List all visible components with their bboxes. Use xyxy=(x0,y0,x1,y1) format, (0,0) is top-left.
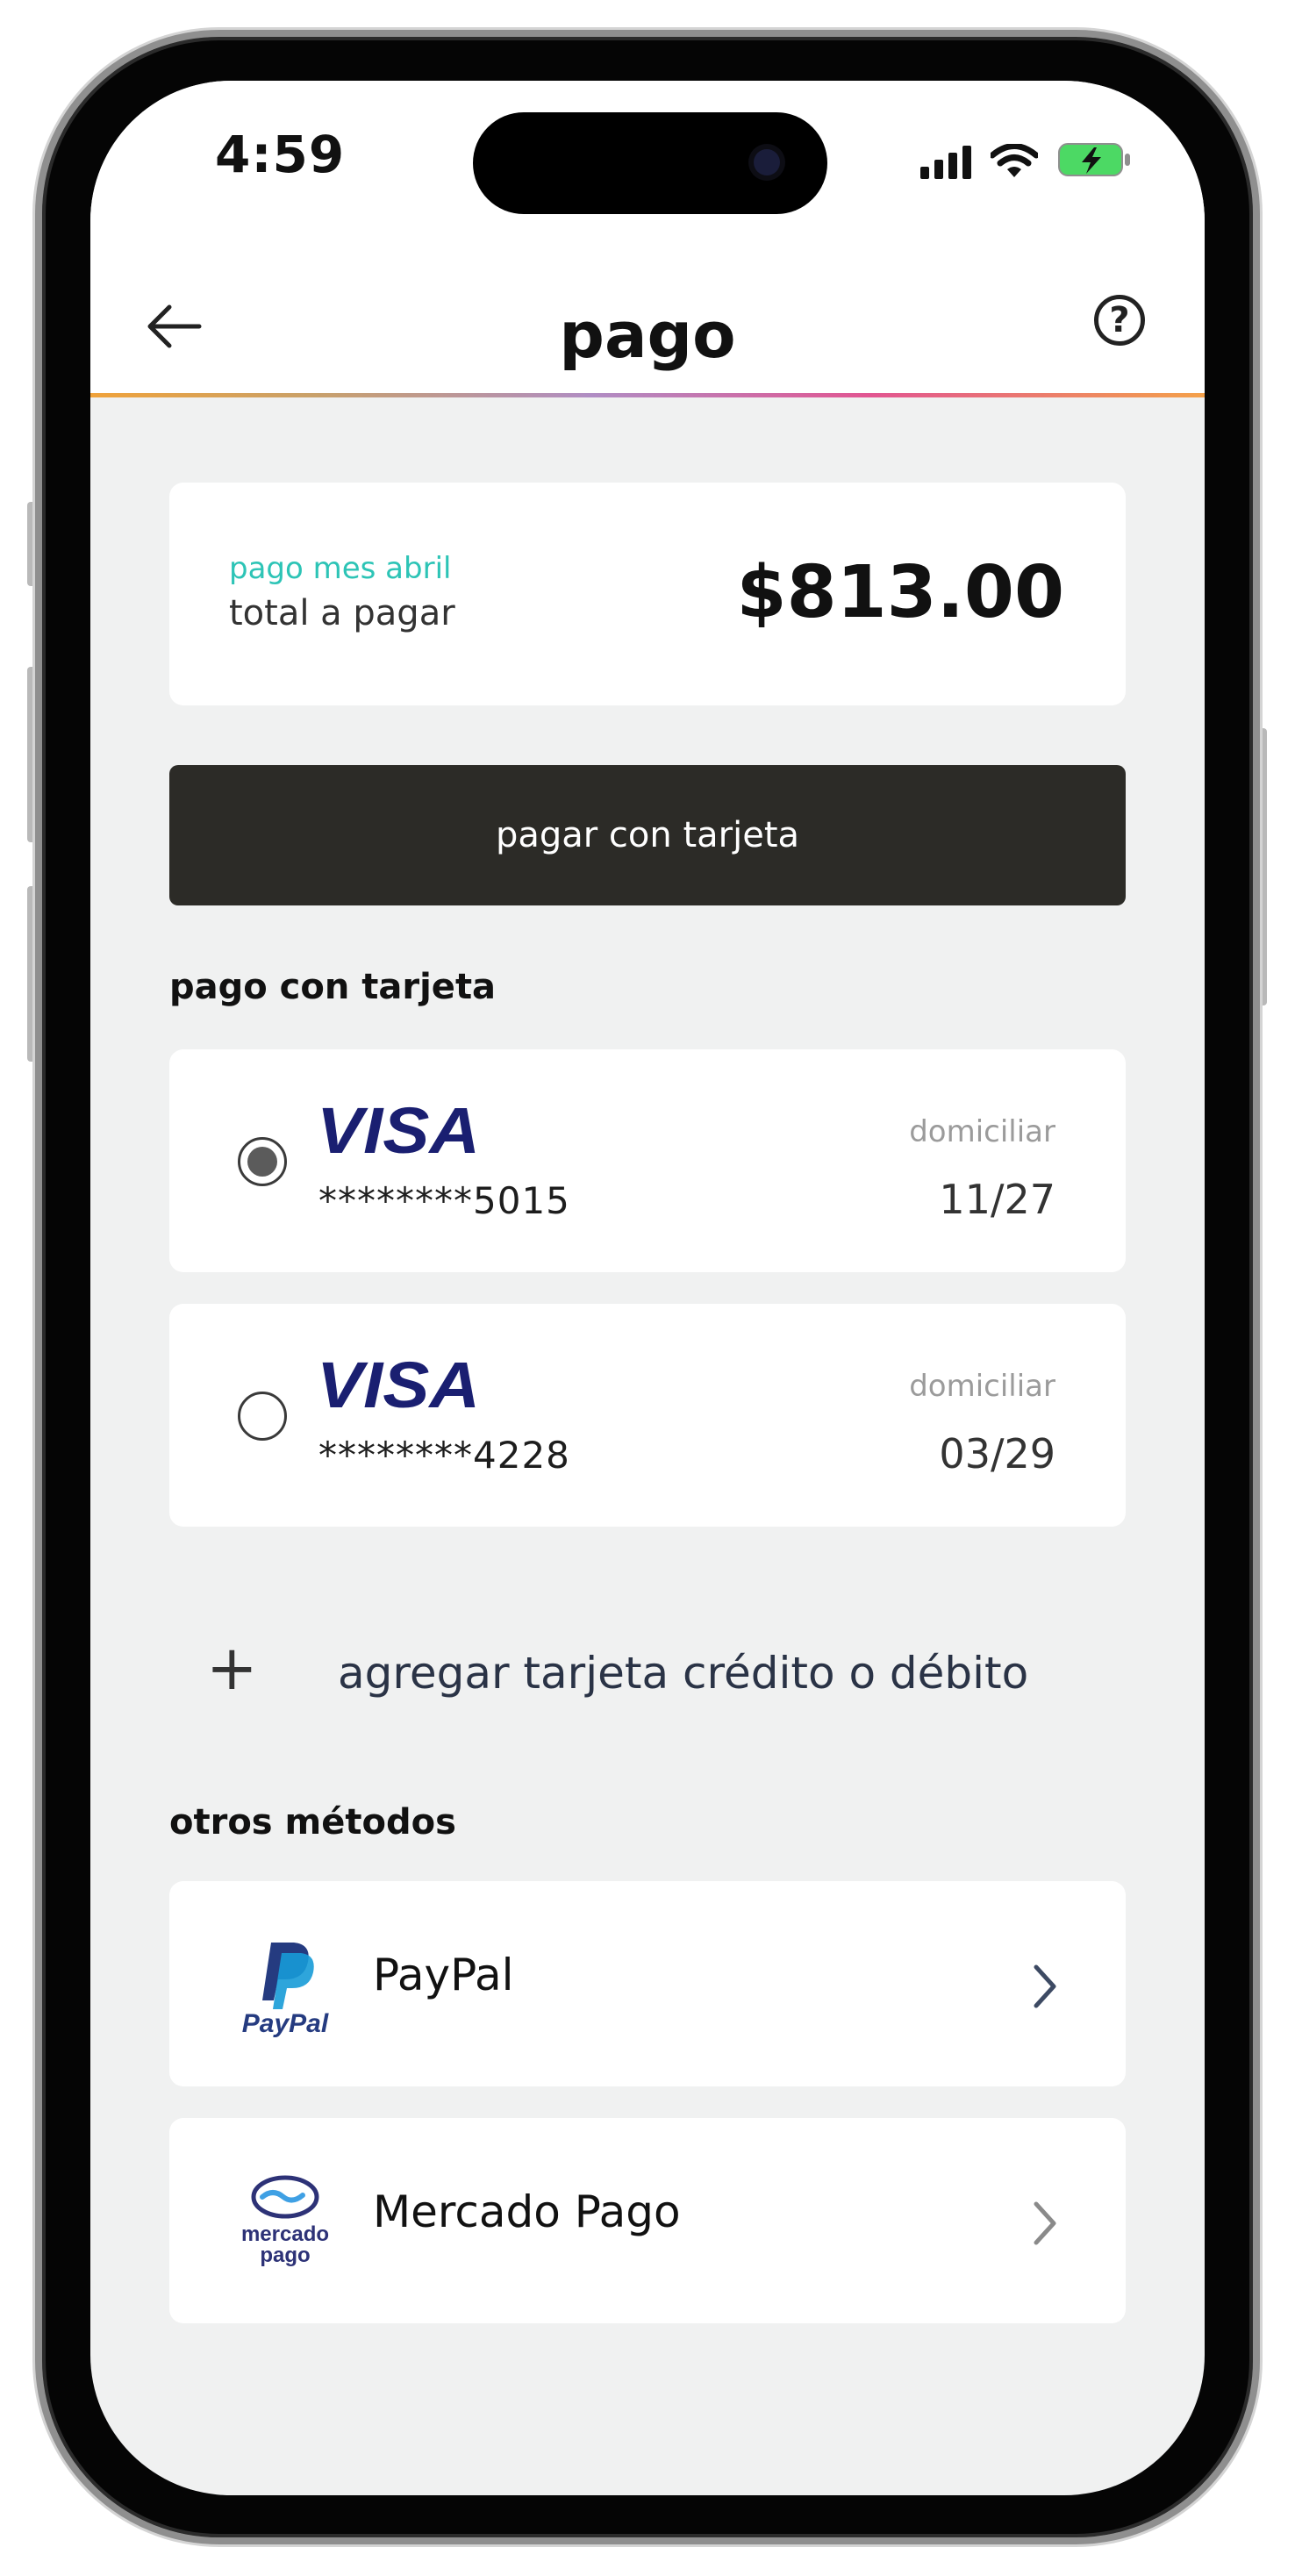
header-gradient-divider xyxy=(90,393,1205,397)
card-expiry: 03/29 xyxy=(939,1430,1055,1478)
mercado-pago-method-item[interactable]: mercado pago Mercado Pago xyxy=(169,2118,1126,2323)
add-card-label: agregar tarjeta crédito o débito xyxy=(338,1648,1029,1699)
cellular-signal-icon xyxy=(920,144,971,179)
chevron-right-icon xyxy=(1034,1964,1056,2008)
front-camera xyxy=(754,149,780,175)
phone-screen: 4:59 pago ? pago mes abril total a pagar… xyxy=(90,81,1205,2495)
paypal-label: PayPal xyxy=(373,1950,514,2000)
card-section-title: pago con tarjeta xyxy=(169,967,497,1007)
mercado-pago-label: Mercado Pago xyxy=(373,2186,681,2237)
total-amount: $813.00 xyxy=(736,551,1064,634)
svg-text:VISA: VISA xyxy=(317,1355,480,1416)
battery-charging-icon xyxy=(1058,143,1130,176)
paypal-method-item[interactable]: PayPal PayPal xyxy=(169,1881,1126,2086)
saved-card-item[interactable]: VISA ********4228 domiciliar 03/29 xyxy=(169,1304,1126,1527)
svg-text:PayPal: PayPal xyxy=(242,2009,329,2038)
total-label: total a pagar xyxy=(229,593,455,633)
card-radio-selected[interactable] xyxy=(238,1137,287,1186)
card-radio-unselected[interactable] xyxy=(238,1392,287,1441)
pay-with-card-button[interactable]: pagar con tarjeta xyxy=(169,765,1126,905)
plus-icon: + xyxy=(206,1632,258,1704)
mercado-pago-logo-icon: mercado pago xyxy=(241,2175,329,2267)
dynamic-island xyxy=(473,112,827,214)
saved-card-item[interactable]: VISA ********5015 domiciliar 11/27 xyxy=(169,1049,1126,1272)
wifi-icon xyxy=(991,144,1038,177)
help-icon[interactable]: ? xyxy=(1094,295,1145,346)
svg-text:mercado: mercado xyxy=(241,2222,329,2246)
status-bar: 4:59 xyxy=(90,81,1205,256)
status-icons xyxy=(920,135,1133,179)
add-card-button[interactable]: + agregar tarjeta crédito o débito xyxy=(169,1623,1126,1720)
svg-text:VISA: VISA xyxy=(317,1100,480,1162)
card-number: ********4228 xyxy=(318,1434,570,1477)
visa-logo-icon: VISA xyxy=(317,1100,480,1162)
header: pago ? xyxy=(90,256,1205,397)
page-title: pago xyxy=(559,298,736,372)
status-time: 4:59 xyxy=(215,125,346,184)
card-direct-debit-tag: domiciliar xyxy=(909,1114,1055,1149)
paypal-logo-icon: PayPal xyxy=(242,1943,329,2038)
other-methods-title: otros métodos xyxy=(169,1802,456,1843)
svg-text:pago: pago xyxy=(260,2243,310,2267)
payment-period: pago mes abril xyxy=(229,551,452,586)
total-summary-card: pago mes abril total a pagar $813.00 xyxy=(169,483,1126,705)
chevron-right-icon xyxy=(1034,2201,1056,2245)
card-expiry: 11/27 xyxy=(939,1176,1055,1223)
card-direct-debit-tag: domiciliar xyxy=(909,1369,1055,1404)
card-number: ********5015 xyxy=(318,1179,570,1222)
visa-logo-icon: VISA xyxy=(317,1355,480,1416)
